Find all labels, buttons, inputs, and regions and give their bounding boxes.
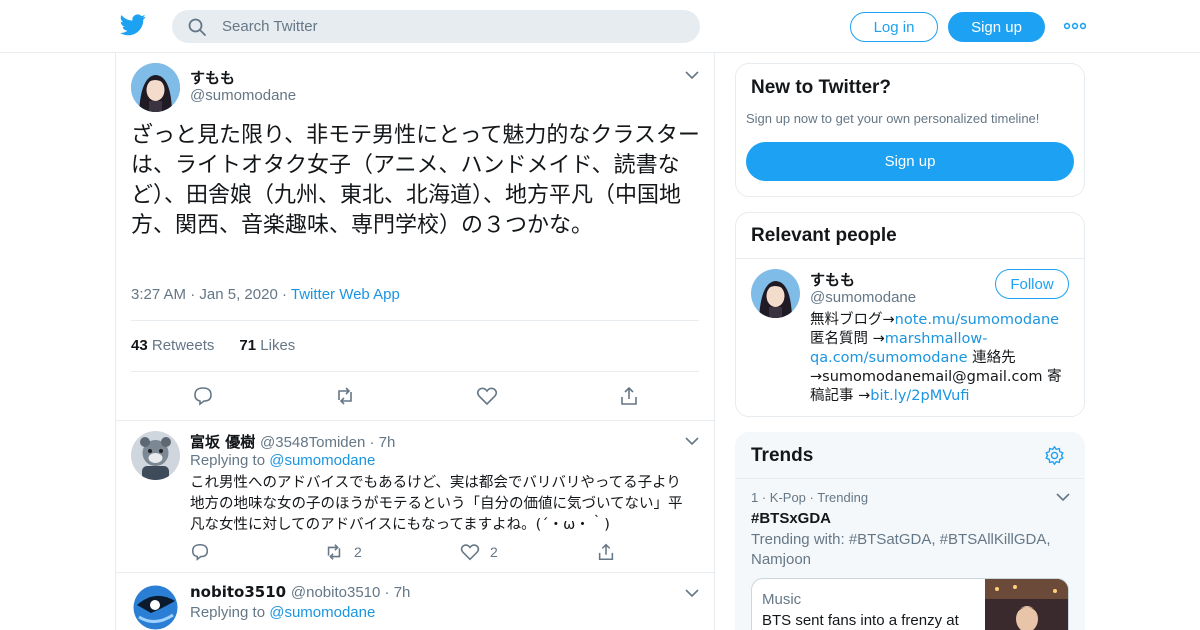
tweet-stats: 43 Retweets 71 Likes [131,337,295,354]
author-name[interactable]: すもも [190,67,235,88]
news-category: Music [762,591,802,608]
card-title: Relevant people [751,225,897,246]
reply-author-handle: @nobito3510 [290,584,381,601]
retweet-icon[interactable] [334,385,356,407]
card-header: Trends [736,433,1084,479]
main-column: すもも @sumomodane ざっと見た限り、非モテ男性にとって魅力的なクラス… [115,53,715,630]
separator-dot: · [365,434,379,451]
trend-name[interactable]: #BTSxGDA [751,510,831,527]
trend-related: Trending with: #BTSatGDA, #BTSAllKillGDA… [751,531,1051,568]
reply-age[interactable]: 7h [394,584,411,601]
bio-link[interactable]: note.mu/sumomodane [895,312,1059,328]
separator-dot: · [380,584,394,601]
top-bar: Log in Sign up [0,0,1200,53]
tweet-meta: 3:27 AM · Jan 5, 2020 · Twitter Web App [131,286,400,303]
tweet-source-link[interactable]: Twitter Web App [291,286,400,303]
person-name[interactable]: すもも [810,269,855,290]
reply-icon [191,543,209,561]
reply-tweet: 富坂 優樹 @3548Tomiden · 7h Replying to @sum… [116,421,714,573]
replying-to-link[interactable]: @sumomodane [269,604,375,621]
reply-age[interactable]: 7h [379,434,396,451]
twitter-logo-icon[interactable] [120,14,146,36]
avatar-image [751,269,800,318]
reply-author[interactable]: 富坂 優樹 @3548Tomiden · 7h [190,431,395,452]
reply-action[interactable] [190,541,220,563]
replying-to: Replying to @sumomodane [190,604,375,621]
like-icon[interactable] [476,385,498,407]
gear-icon[interactable] [1044,445,1065,466]
reply-text: これ男性へのアドバイスでもあるけど、実は都会でバリバリやってる子より地方の地味な… [190,475,683,533]
main-tweet: すもも @sumomodane ざっと見た限り、非モテ男性にとって魅力的なクラス… [116,53,714,421]
likes-label: Likes [260,337,296,354]
chevron-down-icon[interactable] [685,71,699,80]
search-bar[interactable] [172,10,700,43]
news-headline: BTS sent fans into a frenzy at [762,612,959,629]
reply-tweet: nobito3510 @nobito3510 · 7h Replying to … [116,573,714,630]
chevron-down-icon[interactable] [685,437,699,446]
new-to-twitter-card: New to Twitter? Sign up now to get your … [735,63,1085,197]
divider [131,320,699,321]
avatar-image [131,63,180,112]
search-icon [188,18,206,36]
chevron-down-icon[interactable] [685,589,699,598]
avatar[interactable] [131,431,180,480]
avatar-image [131,583,180,630]
trend-meta: 1 · K-Pop · Trending [751,490,869,505]
bio-text: 無料ブログ→ [810,312,895,328]
replying-to-link[interactable]: @sumomodane [269,452,375,469]
avatar-image [131,431,180,480]
avatar[interactable] [131,583,180,630]
news-thumbnail [985,579,1068,630]
reply-author-handle: @3548Tomiden [260,434,366,451]
avatar[interactable] [751,269,800,318]
likes-stat[interactable]: 71 Likes [239,337,295,354]
card-title: Trends [751,445,814,466]
share-action[interactable] [596,541,626,563]
more-options-icon[interactable] [1064,20,1086,32]
relevant-people-card: Relevant people すもも @sumomodane Follow 無… [735,212,1085,417]
tweet-text: ざっと見た限り、非モテ男性にとって魅力的なクラスターは、ライトオタク女子（アニメ… [131,123,700,238]
like-action[interactable]: 2 [460,541,498,563]
tweet-time[interactable]: 3:27 AM [131,286,186,303]
avatar[interactable] [131,63,180,112]
retweets-stat[interactable]: 43 Retweets [131,337,214,354]
bio-link[interactable]: bit.ly/2pMVufi [870,388,969,404]
retweet-action[interactable]: 2 [324,541,362,563]
retweets-count: 43 [131,337,148,354]
reply-author-name: 富坂 優樹 [190,433,256,451]
trends-card: Trends 1 · K-Pop · Trending #BTSxGDA Tre… [735,432,1085,630]
tweet-date[interactable]: Jan 5, 2020 [199,286,277,303]
reply-author-name: nobito3510 [190,583,287,601]
bio-text: 匿名質問 → [810,331,885,347]
retweet-count: 2 [354,544,362,560]
share-icon[interactable] [618,385,640,407]
card-title: New to Twitter? [751,77,892,98]
author-handle[interactable]: @sumomodane [190,87,296,104]
like-count: 2 [490,544,498,560]
follow-button[interactable]: Follow [995,269,1069,299]
replying-to: Replying to @sumomodane [190,452,375,469]
replying-prefix: Replying to [190,604,266,621]
card-header: Relevant people [736,213,1084,259]
login-button[interactable]: Log in [850,12,938,42]
trend-news-card[interactable]: Music BTS sent fans into a frenzy at [751,578,1069,630]
reply-icon[interactable] [192,385,214,407]
like-icon [460,544,480,561]
card-subtitle: Sign up now to get your own personalized… [746,111,1040,126]
retweets-label: Retweets [151,337,215,354]
person-bio: 無料ブログ→note.mu/sumomodane 匿名質問 →marshmall… [810,311,1072,406]
search-input[interactable] [222,10,682,43]
replying-prefix: Replying to [190,452,266,469]
signup-button[interactable]: Sign up [948,12,1045,42]
share-icon [598,543,614,561]
person-handle[interactable]: @sumomodane [810,289,916,306]
chevron-down-icon[interactable] [1056,493,1070,502]
reply-author[interactable]: nobito3510 @nobito3510 · 7h [190,583,410,601]
sidebar-signup-button[interactable]: Sign up [746,142,1074,181]
divider [131,371,699,372]
likes-count: 71 [239,337,257,354]
retweet-icon [327,544,341,560]
